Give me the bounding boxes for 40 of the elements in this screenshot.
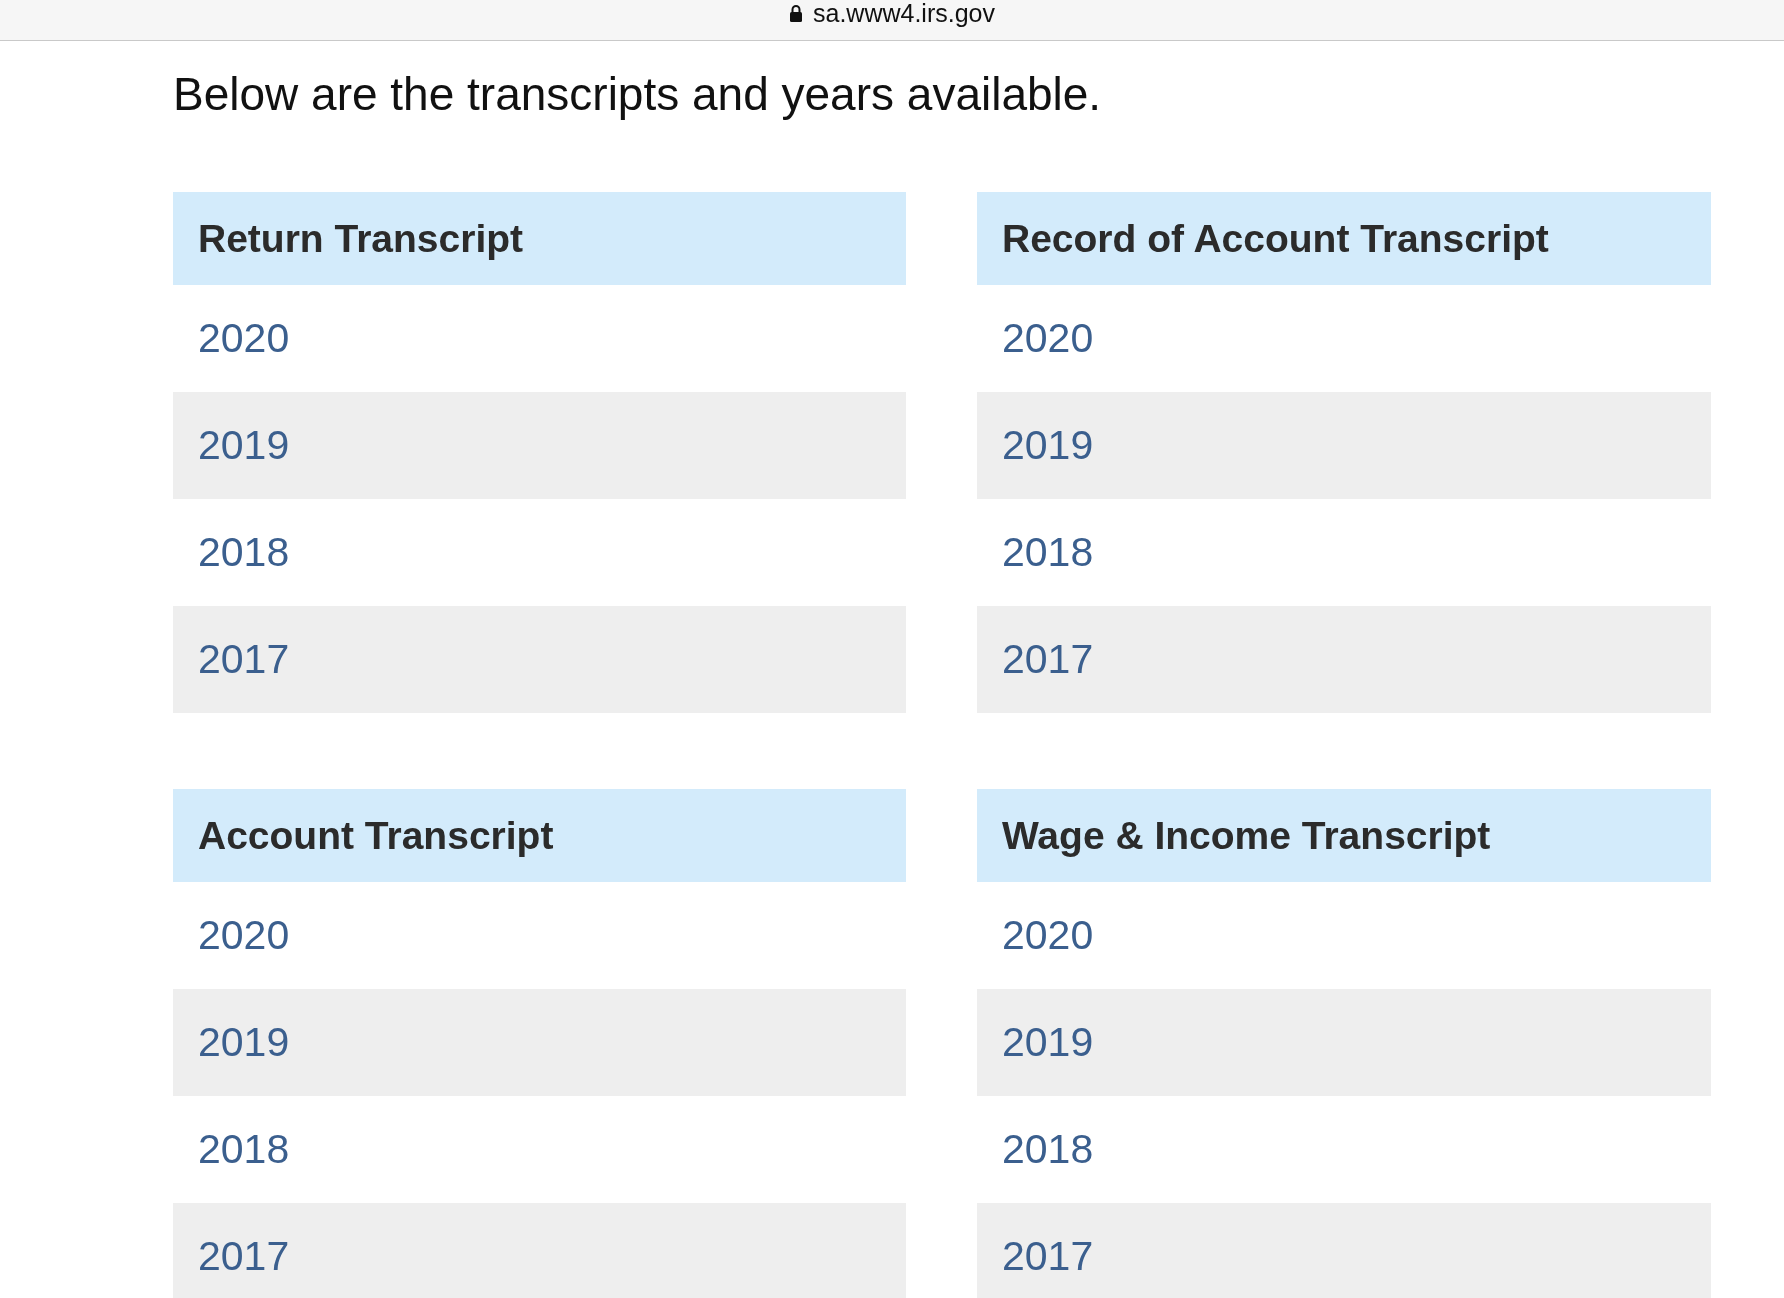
year-link[interactable]: 2018 <box>1002 1126 1094 1174</box>
year-row[interactable]: 2020 <box>977 882 1711 990</box>
year-link[interactable]: 2019 <box>198 1019 290 1067</box>
year-link[interactable]: 2020 <box>198 315 290 363</box>
year-link[interactable]: 2019 <box>1002 1019 1094 1067</box>
year-row[interactable]: 2019 <box>977 989 1711 1097</box>
transcript-header: Return Transcript <box>173 192 906 286</box>
transcript-header: Account Transcript <box>173 789 906 883</box>
year-link[interactable]: 2020 <box>198 912 290 960</box>
year-row[interactable]: 2018 <box>977 499 1711 607</box>
year-link[interactable]: 2017 <box>198 1233 290 1281</box>
year-row[interactable]: 2020 <box>977 285 1711 393</box>
year-row[interactable]: 2017 <box>977 606 1711 714</box>
address-bar[interactable]: sa.www4.irs.gov <box>0 0 1784 41</box>
year-row[interactable]: 2017 <box>977 1203 1711 1298</box>
year-link[interactable]: 2017 <box>1002 1233 1094 1281</box>
year-link[interactable]: 2017 <box>198 636 290 684</box>
year-link[interactable]: 2018 <box>198 1126 290 1174</box>
year-row[interactable]: 2018 <box>173 499 906 607</box>
url-text: sa.www4.irs.gov <box>813 0 995 28</box>
intro-text: Below are the transcripts and years available. <box>173 67 1103 122</box>
year-link[interactable]: 2019 <box>1002 422 1094 470</box>
year-row[interactable]: 2017 <box>173 1203 906 1298</box>
year-link[interactable]: 2018 <box>198 529 290 577</box>
year-link[interactable]: 2017 <box>1002 636 1094 684</box>
year-link[interactable]: 2019 <box>198 422 290 470</box>
transcript-header: Wage & Income Transcript <box>977 789 1711 883</box>
year-row[interactable]: 2019 <box>977 392 1711 500</box>
year-link[interactable]: 2020 <box>1002 912 1094 960</box>
lock-icon <box>789 4 803 22</box>
transcript-header: Record of Account Transcript <box>977 192 1711 286</box>
year-link[interactable]: 2020 <box>1002 315 1094 363</box>
year-row[interactable]: 2017 <box>173 606 906 714</box>
year-row[interactable]: 2018 <box>977 1096 1711 1204</box>
year-row[interactable]: 2019 <box>173 989 906 1097</box>
year-link[interactable]: 2018 <box>1002 529 1094 577</box>
year-row[interactable]: 2018 <box>173 1096 906 1204</box>
year-row[interactable]: 2019 <box>173 392 906 500</box>
year-row[interactable]: 2020 <box>173 882 906 990</box>
year-row[interactable]: 2020 <box>173 285 906 393</box>
